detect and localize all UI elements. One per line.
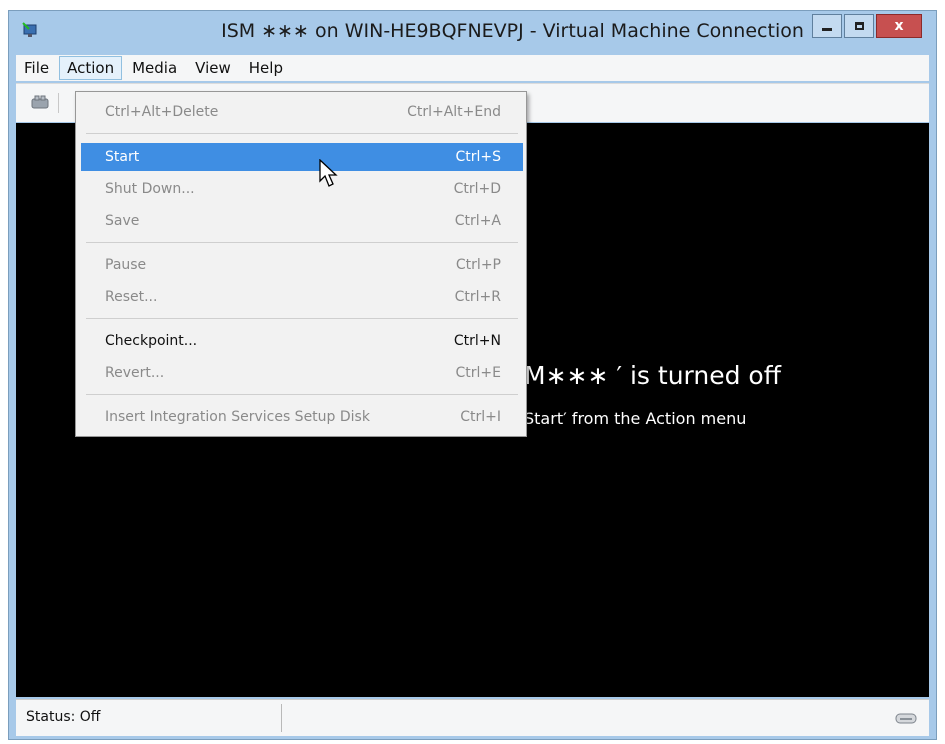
menu-help[interactable]: Help (241, 56, 291, 80)
menu-item-save[interactable]: Save Ctrl+A (81, 207, 523, 235)
menu-action[interactable]: Action (59, 56, 123, 80)
menu-item-label: Reset... (105, 289, 158, 305)
menu-view[interactable]: View (187, 56, 239, 80)
menu-item-shortcut: Ctrl+Alt+End (407, 104, 501, 120)
window-title: ISM ∗∗∗ on WIN-HE9BQFNEVPJ - Virtual Mac… (221, 20, 804, 42)
menu-item-shortcut: Ctrl+N (453, 333, 501, 349)
menu-item-shortcut: Ctrl+P (455, 257, 501, 273)
menu-item-label: Start (105, 149, 140, 165)
window-controls: x (810, 14, 922, 38)
maximize-icon (854, 22, 864, 30)
menu-item-start[interactable]: Start Ctrl+S (81, 143, 523, 171)
menu-item-label: Save (105, 213, 140, 229)
menu-item-revert[interactable]: Revert... Ctrl+E (81, 359, 523, 387)
menu-file[interactable]: File (16, 56, 57, 80)
menu-item-pause[interactable]: Pause Ctrl+P (81, 251, 523, 279)
menu-item-insert-integration-services[interactable]: Insert Integration Services Setup Disk C… (81, 403, 523, 431)
close-button[interactable]: x (876, 14, 922, 38)
action-menu-dropdown: Ctrl+Alt+Delete Ctrl+Alt+End Start Ctrl+… (75, 91, 527, 437)
menu-separator (86, 242, 518, 243)
menu-item-label: Shut Down... (105, 181, 195, 197)
menu-item-shortcut: Ctrl+S (455, 149, 501, 165)
vm-off-hint: Start′ from the Action menu (524, 409, 747, 428)
menu-separator (86, 394, 518, 395)
minimize-icon (822, 27, 832, 31)
ctrl-alt-del-icon[interactable] (30, 93, 50, 113)
menu-item-shut-down[interactable]: Shut Down... Ctrl+D (81, 175, 523, 203)
maximize-button[interactable] (844, 14, 874, 38)
status-separator (281, 704, 282, 732)
mouse-cursor-icon (319, 159, 338, 187)
menu-separator (86, 318, 518, 319)
menu-item-shortcut: Ctrl+R (454, 289, 501, 305)
minimize-button[interactable] (812, 14, 842, 38)
menu-item-label: Checkpoint... (105, 333, 198, 349)
menu-item-shortcut: Ctrl+E (455, 365, 502, 381)
vm-connection-window: ISM ∗∗∗ on WIN-HE9BQFNEVPJ - Virtual Mac… (8, 10, 937, 740)
menu-item-label: Ctrl+Alt+Delete (105, 104, 219, 120)
menu-item-shortcut: Ctrl+D (453, 181, 501, 197)
menu-bar: File Action Media View Help (16, 55, 929, 81)
status-text: Status: Off (26, 709, 101, 725)
menu-item-reset[interactable]: Reset... Ctrl+R (81, 283, 523, 311)
disk-icon (895, 713, 917, 724)
menu-media[interactable]: Media (124, 56, 185, 80)
menu-item-label: Insert Integration Services Setup Disk (105, 409, 370, 425)
menu-item-label: Pause (105, 257, 147, 273)
menu-item-checkpoint[interactable]: Checkpoint... Ctrl+N (81, 327, 523, 355)
menu-separator (86, 133, 518, 134)
close-icon: x (894, 18, 904, 34)
vm-off-message: M∗∗∗ ′ is turned off (524, 361, 781, 390)
status-bar: Status: Off (16, 699, 929, 736)
toolbar-separator (58, 93, 59, 113)
menu-item-shortcut: Ctrl+A (454, 213, 501, 229)
menu-item-shortcut: Ctrl+I (460, 409, 501, 425)
menu-item-ctrl-alt-delete[interactable]: Ctrl+Alt+Delete Ctrl+Alt+End (81, 98, 523, 126)
title-bar[interactable]: ISM ∗∗∗ on WIN-HE9BQFNEVPJ - Virtual Mac… (9, 11, 936, 51)
menu-item-label: Revert... (105, 365, 165, 381)
